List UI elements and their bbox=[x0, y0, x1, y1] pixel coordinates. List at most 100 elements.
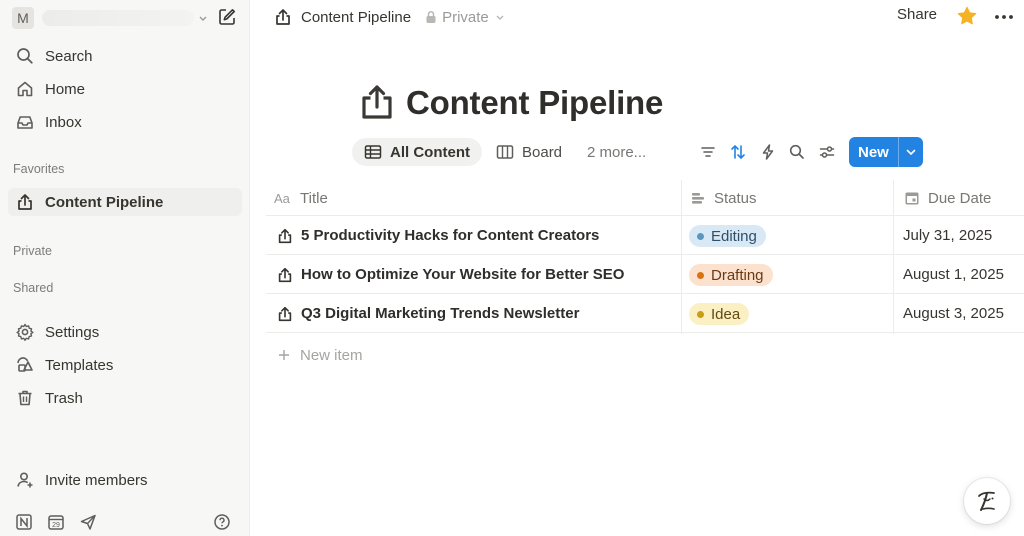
status-badge[interactable]: Editing bbox=[689, 225, 766, 247]
column-header-label: Due Date bbox=[928, 189, 992, 207]
sidebar-item-home[interactable]: Home bbox=[8, 75, 242, 103]
share-page-icon bbox=[360, 84, 394, 120]
star-icon bbox=[956, 5, 978, 27]
ai-face-icon bbox=[974, 487, 1000, 515]
sidebar-item-settings[interactable]: Settings bbox=[8, 318, 242, 346]
column-header-status[interactable]: Status bbox=[690, 189, 757, 207]
board-icon bbox=[496, 144, 514, 160]
table-row[interactable]: Q3 Digital Marketing Trends Newsletter I… bbox=[266, 294, 1024, 333]
shared-section-label[interactable]: Shared bbox=[13, 281, 53, 295]
status-dot bbox=[697, 310, 704, 318]
gear-icon bbox=[13, 320, 37, 344]
column-header-due-date[interactable]: Due Date bbox=[904, 189, 991, 207]
status-dot bbox=[697, 271, 704, 279]
sidebar-item-label: Inbox bbox=[45, 113, 82, 131]
new-page-button[interactable] bbox=[216, 6, 238, 28]
tab-label: All Content bbox=[390, 143, 470, 161]
table-row[interactable]: 5 Productivity Hacks for Content Creator… bbox=[266, 216, 1024, 255]
status-label: Editing bbox=[711, 227, 757, 245]
trash-icon bbox=[13, 386, 37, 410]
invite-members-button[interactable]: Invite members bbox=[8, 466, 242, 494]
breadcrumb-page-name[interactable]: Content Pipeline bbox=[301, 9, 411, 26]
table-header: Aa Title Status Due Date bbox=[266, 180, 1024, 216]
notion-icon[interactable] bbox=[14, 512, 34, 532]
new-item-label: New item bbox=[300, 346, 363, 364]
sidebar-item-label: Settings bbox=[45, 323, 100, 341]
page-icon[interactable] bbox=[360, 84, 394, 120]
due-date-cell[interactable]: August 1, 2025 bbox=[903, 266, 1004, 283]
topbar: Content Pipeline Private Share bbox=[251, 0, 1024, 34]
row-title[interactable]: 5 Productivity Hacks for Content Creator… bbox=[301, 227, 599, 244]
private-section-label[interactable]: Private bbox=[13, 244, 52, 258]
help-icon[interactable] bbox=[212, 512, 232, 532]
calendar-day: 29 bbox=[52, 522, 60, 529]
add-person-icon bbox=[13, 468, 37, 492]
status-badge[interactable]: Drafting bbox=[689, 264, 773, 286]
send-icon[interactable] bbox=[78, 512, 98, 532]
column-header-title[interactable]: Aa Title bbox=[274, 189, 328, 207]
settings-sliders-icon bbox=[818, 143, 836, 161]
tab-all-content[interactable]: All Content bbox=[352, 138, 482, 166]
view-settings-button[interactable] bbox=[817, 142, 837, 162]
more-options-button[interactable] bbox=[993, 6, 1015, 28]
inbox-icon bbox=[13, 110, 37, 134]
status-dot bbox=[697, 232, 704, 240]
new-button[interactable]: New bbox=[858, 144, 898, 161]
favorite-star-button[interactable] bbox=[956, 5, 978, 27]
more-views-button[interactable]: 2 more... bbox=[575, 138, 658, 166]
workspace-switcher[interactable]: M bbox=[12, 6, 240, 30]
automation-button[interactable] bbox=[758, 142, 778, 162]
row-title[interactable]: Q3 Digital Marketing Trends Newsletter bbox=[301, 305, 579, 322]
tab-board[interactable]: Board bbox=[484, 138, 574, 166]
table-icon bbox=[364, 144, 382, 160]
sidebar: M Search Home Inbox Favorites Content Pi… bbox=[0, 0, 250, 536]
status-label: Idea bbox=[711, 305, 741, 323]
privacy-label[interactable]: Private bbox=[442, 9, 489, 26]
sidebar-item-templates[interactable]: Templates bbox=[8, 351, 242, 379]
favorites-section-label[interactable]: Favorites bbox=[13, 162, 64, 176]
chevron-down-icon[interactable] bbox=[495, 12, 505, 22]
text-property-icon: Aa bbox=[274, 191, 292, 205]
share-button[interactable]: Share bbox=[897, 6, 937, 23]
sidebar-item-content-pipeline[interactable]: Content Pipeline bbox=[8, 188, 242, 216]
workspace-name bbox=[42, 10, 194, 26]
more-horizontal-icon bbox=[993, 6, 1015, 28]
plus-icon bbox=[278, 349, 290, 361]
column-header-label: Title bbox=[300, 189, 328, 207]
lock-icon bbox=[425, 10, 437, 24]
sidebar-item-trash[interactable]: Trash bbox=[8, 384, 242, 412]
workspace-avatar: M bbox=[12, 7, 34, 29]
page-title[interactable]: Content Pipeline bbox=[406, 84, 663, 122]
share-page-icon bbox=[276, 227, 294, 245]
sidebar-item-search[interactable]: Search bbox=[8, 42, 242, 70]
tab-label: Board bbox=[522, 143, 563, 161]
search-view-button[interactable] bbox=[787, 142, 807, 162]
search-icon bbox=[13, 44, 37, 68]
share-page-icon bbox=[13, 190, 37, 214]
filter-icon bbox=[699, 143, 717, 161]
sort-icon bbox=[729, 143, 747, 161]
due-date-cell[interactable]: August 3, 2025 bbox=[903, 305, 1004, 322]
breadcrumb[interactable]: Content Pipeline Private bbox=[273, 6, 505, 28]
status-badge[interactable]: Idea bbox=[689, 303, 750, 325]
calendar-icon[interactable]: 29 bbox=[46, 512, 66, 532]
table-row[interactable]: How to Optimize Your Website for Better … bbox=[266, 255, 1024, 294]
sidebar-bottom-bar: 29 bbox=[14, 512, 238, 532]
sidebar-item-label: Content Pipeline bbox=[45, 193, 164, 211]
chevron-down-icon bbox=[906, 149, 915, 155]
new-options-button[interactable] bbox=[898, 137, 922, 167]
sidebar-item-label: Trash bbox=[45, 389, 83, 407]
sort-button[interactable] bbox=[728, 142, 748, 162]
new-item-button[interactable]: New item bbox=[278, 345, 363, 365]
sidebar-item-inbox[interactable]: Inbox bbox=[8, 108, 242, 136]
sidebar-item-label: Home bbox=[45, 80, 86, 98]
ai-assistant-button[interactable] bbox=[964, 478, 1010, 524]
templates-icon bbox=[13, 353, 37, 377]
row-title[interactable]: How to Optimize Your Website for Better … bbox=[301, 266, 624, 283]
filter-button[interactable] bbox=[698, 142, 718, 162]
status-label: Drafting bbox=[711, 266, 764, 284]
automation-icon bbox=[759, 143, 777, 161]
sidebar-item-label: Search bbox=[45, 47, 93, 65]
compose-icon bbox=[217, 7, 237, 27]
due-date-cell[interactable]: July 31, 2025 bbox=[903, 227, 992, 244]
